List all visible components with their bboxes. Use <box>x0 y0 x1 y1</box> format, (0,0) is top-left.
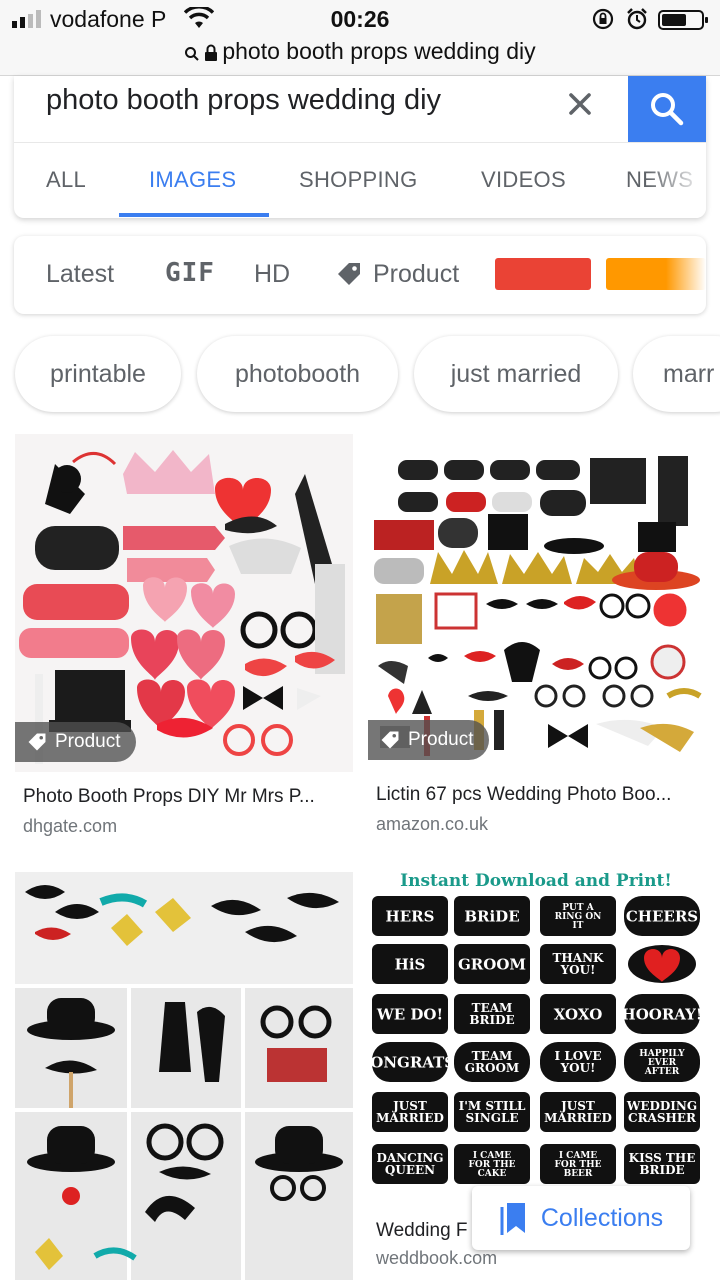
result-card[interactable] <box>15 872 353 1280</box>
result-card[interactable]: Product Photo Booth Props DIY Mr Mrs P..… <box>15 434 353 836</box>
sign-label: DANCING QUEEN <box>372 1144 448 1184</box>
sign-label-text: DANCING QUEEN <box>376 1151 443 1177</box>
sign-label: TEAM BRIDE <box>454 994 530 1034</box>
filter-hd[interactable]: HD <box>254 260 290 289</box>
chip-married[interactable]: marr <box>633 336 720 412</box>
tab-shopping[interactable]: SHOPPING <box>299 167 418 193</box>
sign-label: CHEERS <box>624 896 700 936</box>
sign-label: BRiDE <box>454 896 530 936</box>
badge-label: Product <box>408 729 474 750</box>
tag-icon <box>381 731 399 749</box>
sign-label-text: XOXO <box>554 1005 603 1023</box>
collections-label: Collections <box>540 1203 664 1232</box>
sign-label: THANK YOU! <box>540 944 616 984</box>
sign-label-text: CHEERS <box>626 907 698 925</box>
chip-printable[interactable]: printable <box>15 336 181 412</box>
url-text: photo booth props wedding diy <box>222 38 536 64</box>
result-title[interactable]: Wedding F <box>376 1220 468 1242</box>
filter-bar: Latest GIF HD Product <box>14 236 706 314</box>
search-card: photo booth props wedding diy ALL IMAGES… <box>14 76 706 218</box>
search-input[interactable]: photo booth props wedding diy <box>46 84 441 117</box>
sign-label-text: TEAM BRIDE <box>469 1001 514 1027</box>
collections-button[interactable]: Collections <box>472 1186 690 1250</box>
sign-label-text: CONGRATS! <box>368 1053 462 1071</box>
sign-label: HAPPILY EVER AFTER <box>624 1042 700 1082</box>
tab-all[interactable]: ALL <box>46 167 86 193</box>
rotation-lock-icon <box>592 8 614 30</box>
sign-label-text: WEDDING CRASHER <box>626 1099 697 1125</box>
sign-label: I'M STILL SINGLE <box>454 1092 530 1132</box>
chip-just-married[interactable]: just married <box>414 336 618 412</box>
chip-photobooth[interactable]: photobooth <box>197 336 398 412</box>
active-tab-indicator <box>119 213 269 217</box>
sign-label: GROOM <box>454 944 530 984</box>
bookmark-icon <box>500 1203 525 1235</box>
sign-label: HiS <box>372 944 448 984</box>
sign-label: XOXO <box>540 994 616 1034</box>
image-header-text: Instant Download and Print! <box>400 871 672 891</box>
filter-latest[interactable]: Latest <box>46 260 114 289</box>
result-source: dhgate.com <box>23 816 118 836</box>
sign-label-text: HOORAY! <box>622 1005 703 1023</box>
sign-label-text: TEAM GROOM <box>465 1049 519 1075</box>
sign-label: I LOVE YOU! <box>540 1042 616 1082</box>
result-title[interactable]: Photo Booth Props DIY Mr Mrs P... <box>23 786 315 808</box>
status-bar: vodafone P 00:26 photo booth props weddi… <box>0 0 720 76</box>
color-swatch-orange[interactable] <box>606 258 706 290</box>
tab-images[interactable]: IMAGES <box>149 167 236 193</box>
result-source: weddbook.com <box>376 1248 498 1268</box>
sign-label-text: HiS <box>395 955 426 973</box>
tag-icon <box>28 733 46 751</box>
search-button[interactable] <box>628 76 706 142</box>
tag-icon <box>338 263 360 285</box>
sign-label-text: I'M STILL SINGLE <box>459 1099 526 1125</box>
badge-label: Product <box>55 731 121 752</box>
close-icon[interactable] <box>562 86 598 122</box>
search-tabs: ALL IMAGES SHOPPING VIDEOS NEWS <box>14 142 706 218</box>
search-icon <box>651 93 684 126</box>
alarm-icon <box>627 8 647 30</box>
sign-label: HOORAY! <box>622 994 703 1034</box>
sign-label: I CAME FOR THE CAKE <box>454 1144 530 1184</box>
sign-label-text: GROOM <box>458 955 526 973</box>
tabs-fade <box>646 143 706 218</box>
sign-label: KISS THE BRIDE <box>624 1144 700 1184</box>
result-image[interactable] <box>15 872 353 1280</box>
sign-label-text: HERS <box>386 907 435 925</box>
result-source: amazon.co.uk <box>376 814 489 834</box>
color-swatch-red[interactable] <box>495 258 591 290</box>
padlock-icon <box>205 44 218 61</box>
address-bar[interactable]: photo booth props wedding diy <box>0 38 720 65</box>
result-title[interactable]: Lictin 67 pcs Wedding Photo Boo... <box>376 784 671 806</box>
result-image[interactable]: Instant Download and Print! HERS BRiDE PUT… <box>368 868 704 1194</box>
heart-sign <box>628 945 696 983</box>
sign-label: JUST MARRIED <box>540 1092 616 1132</box>
battery-icon <box>658 10 708 30</box>
product-badge: Product <box>15 722 137 762</box>
tab-videos[interactable]: VIDEOS <box>481 167 566 193</box>
sign-label: WE DO! <box>372 994 448 1034</box>
sign-label: JUST MARRIED <box>372 1092 448 1132</box>
filter-gif[interactable]: GIF <box>165 258 215 288</box>
filter-product[interactable]: Product <box>373 260 459 289</box>
result-card[interactable]: Product Lictin 67 pcs Wedding Photo Boo.… <box>368 434 704 834</box>
sign-label-text: I LOVE YOU! <box>555 1049 602 1075</box>
sign-label: PUT A RING ON IT <box>540 896 616 936</box>
sign-label-text: BRiDE <box>464 907 519 925</box>
sign-label: TEAM GROOM <box>454 1042 530 1082</box>
sign-label-text: WE DO! <box>376 1005 443 1023</box>
product-badge: Product <box>368 720 490 760</box>
sign-label: I CAME FOR THE BEER <box>540 1144 616 1184</box>
sign-label: WEDDING CRASHER <box>624 1092 700 1132</box>
sign-label: HERS <box>372 896 448 936</box>
search-small-icon <box>185 47 200 61</box>
